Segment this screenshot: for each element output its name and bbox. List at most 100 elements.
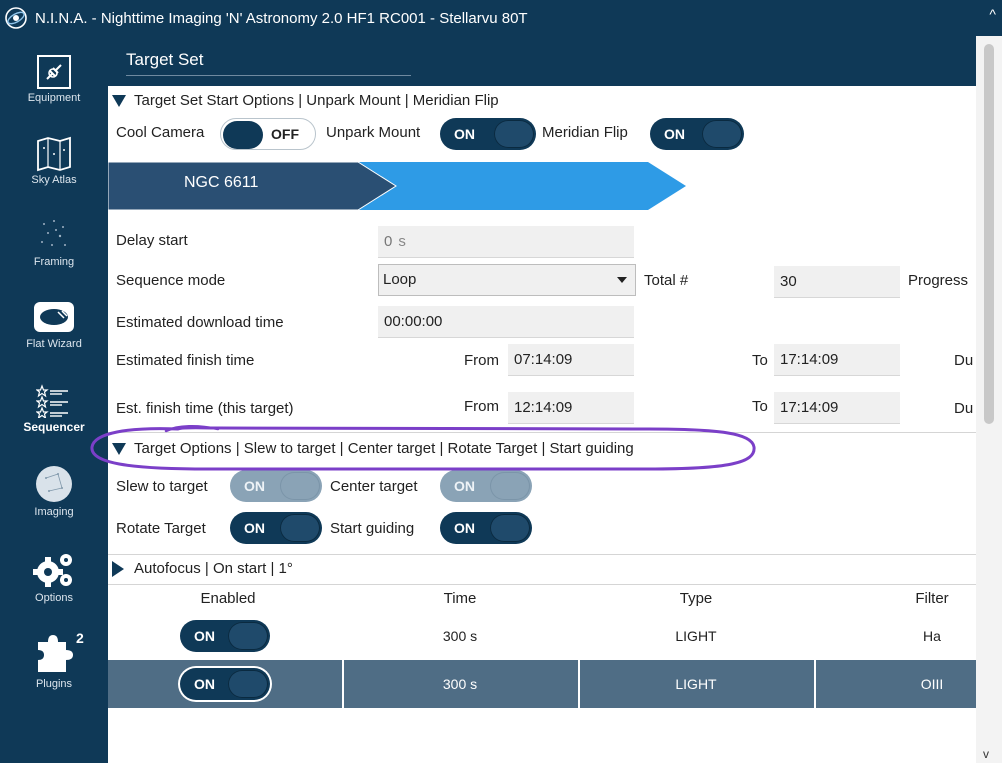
nav-item-sky-atlas[interactable]: Sky Atlas: [0, 136, 108, 186]
cool-camera-state: OFF: [271, 126, 299, 142]
toggle-knob: [702, 120, 742, 148]
autofocus-header[interactable]: Autofocus | On start | 1°: [112, 560, 293, 577]
start-guiding-label: Start guiding: [330, 520, 415, 537]
slew-target-state: ON: [244, 478, 265, 494]
sequence-mode-select[interactable]: Loop: [378, 264, 636, 296]
nav-label-plugins: Plugins: [35, 678, 73, 690]
rotate-target-toggle[interactable]: ON: [230, 512, 322, 544]
finish-time-label: Estimated finish time: [116, 352, 255, 369]
column-header-type[interactable]: Type: [656, 590, 736, 607]
map-icon: [37, 136, 71, 172]
target-duration-label: Du: [954, 400, 974, 417]
scroll-down-arrow-icon[interactable]: v: [983, 747, 989, 761]
gears-icon: [33, 554, 72, 587]
target-to-value: 17:14:09: [780, 399, 839, 416]
sequence-mode-label: Sequence mode: [116, 272, 226, 289]
sequence-mode-value: Loop: [383, 271, 417, 288]
start-guiding-state: ON: [454, 520, 475, 536]
target-to-label: To: [752, 398, 768, 415]
nav-item-sequencer[interactable]: Sequencer: [0, 382, 108, 434]
delay-start-label: Delay start: [116, 232, 188, 249]
content-header: Target Set: [108, 36, 976, 86]
stars-icon: [41, 220, 66, 246]
divider: [108, 432, 976, 433]
center-target-label: Center target: [330, 478, 418, 495]
divider: [108, 584, 976, 585]
finish-to-value: 17:14:09: [780, 351, 839, 368]
target-name-active[interactable]: NGC 6611: [184, 174, 258, 192]
left-navigation: Equipment Sky Atlas Framing Flat Wizard: [0, 36, 108, 763]
progress-label: Progress: [908, 272, 969, 289]
total-count-label: Total #: [644, 272, 689, 289]
toggle-knob: [223, 121, 263, 149]
expand-triangle-icon: [112, 442, 126, 455]
sequence-list-icon: [36, 384, 68, 418]
expand-triangle-icon: [112, 94, 126, 107]
rotate-target-label: Rotate Target: [116, 520, 206, 537]
nav-label-equipment: Equipment: [27, 92, 81, 104]
meridian-flip-label: Meridian Flip: [542, 124, 628, 141]
toggle-knob: [490, 472, 530, 500]
total-count-value: 30: [780, 273, 797, 290]
window-title: N.I.N.A. - Nighttime Imaging 'N' Astrono…: [35, 9, 528, 27]
delay-start-value: 0: [384, 233, 393, 250]
flat-panel-icon: [34, 302, 74, 332]
vertical-scrollbar[interactable]: v: [976, 36, 1002, 763]
target-from-value: 12:14:09: [514, 399, 573, 416]
scrollbar-thumb[interactable]: [984, 44, 994, 424]
nav-item-framing[interactable]: Framing: [0, 218, 108, 268]
slew-target-label: Slew to target: [116, 478, 208, 495]
main-panel: Target Set Start Options | Unpark Mount …: [108, 86, 976, 763]
nav-label-framing: Framing: [33, 256, 75, 268]
total-count-field[interactable]: 30: [774, 266, 900, 298]
meridian-flip-toggle[interactable]: ON: [650, 118, 744, 150]
column-header-filter[interactable]: Filter: [902, 590, 962, 607]
cool-camera-toggle[interactable]: OFF: [220, 118, 316, 150]
slew-target-toggle[interactable]: ON: [230, 470, 322, 502]
toggle-knob: [280, 514, 320, 542]
target-from-field: 12:14:09: [508, 392, 634, 424]
plugins-badge: 2: [76, 630, 84, 646]
target-finish-label: Est. finish time (this target): [116, 400, 294, 417]
toggle-knob: [228, 622, 268, 650]
delay-start-field[interactable]: 0s: [378, 226, 634, 258]
start-guiding-toggle[interactable]: ON: [440, 512, 532, 544]
toggle-knob: [280, 472, 320, 500]
row-enabled-toggle[interactable]: ON: [180, 668, 270, 700]
column-header-enabled[interactable]: Enabled: [188, 590, 268, 607]
target-from-label: From: [464, 398, 499, 415]
nav-item-equipment[interactable]: Equipment: [0, 54, 108, 104]
start-options-header[interactable]: Target Set Start Options | Unpark Mount …: [112, 92, 499, 109]
unpark-mount-toggle[interactable]: ON: [440, 118, 536, 150]
puzzle-icon: [38, 635, 73, 672]
table-row-selected[interactable]: ON 300 s LIGHT OIII: [108, 660, 976, 708]
meridian-flip-state: ON: [664, 126, 685, 142]
plug-icon: [37, 55, 71, 89]
nav-item-options[interactable]: Options: [0, 550, 108, 604]
title-bar: N.I.N.A. - Nighttime Imaging 'N' Astrono…: [0, 0, 1002, 36]
finish-from-label: From: [464, 352, 499, 369]
target-options-header[interactable]: Target Options | Slew to target | Center…: [112, 440, 634, 457]
row-time: 300 s: [442, 628, 478, 644]
tab-target-set[interactable]: Target Set: [126, 50, 411, 76]
nav-item-imaging[interactable]: Imaging: [0, 464, 108, 518]
nav-item-plugins[interactable]: 2 Plugins: [0, 630, 108, 690]
unpark-mount-label: Unpark Mount: [326, 124, 421, 141]
nav-item-flat-wizard[interactable]: Flat Wizard: [0, 300, 108, 350]
row-filter: Ha: [923, 628, 941, 644]
divider: [108, 554, 976, 555]
row-filter: OIII: [920, 676, 944, 692]
finish-duration-label: Du: [954, 352, 974, 369]
finish-to-label: To: [752, 352, 768, 369]
collapsed-triangle-icon: [112, 560, 124, 577]
target-chevron-inactive: [358, 162, 686, 210]
column-header-time[interactable]: Time: [420, 590, 500, 607]
nav-label-imaging: Imaging: [34, 506, 74, 518]
start-options-heading: Target Set Start Options | Unpark Mount …: [134, 92, 499, 109]
nav-label-sequencer: Sequencer: [23, 420, 85, 434]
center-target-toggle[interactable]: ON: [440, 470, 532, 502]
center-target-state: ON: [454, 478, 475, 494]
finish-to-field: 17:14:09: [774, 344, 900, 376]
collapse-caret-icon[interactable]: ^: [989, 6, 996, 22]
row-enabled-toggle[interactable]: ON: [180, 620, 270, 652]
